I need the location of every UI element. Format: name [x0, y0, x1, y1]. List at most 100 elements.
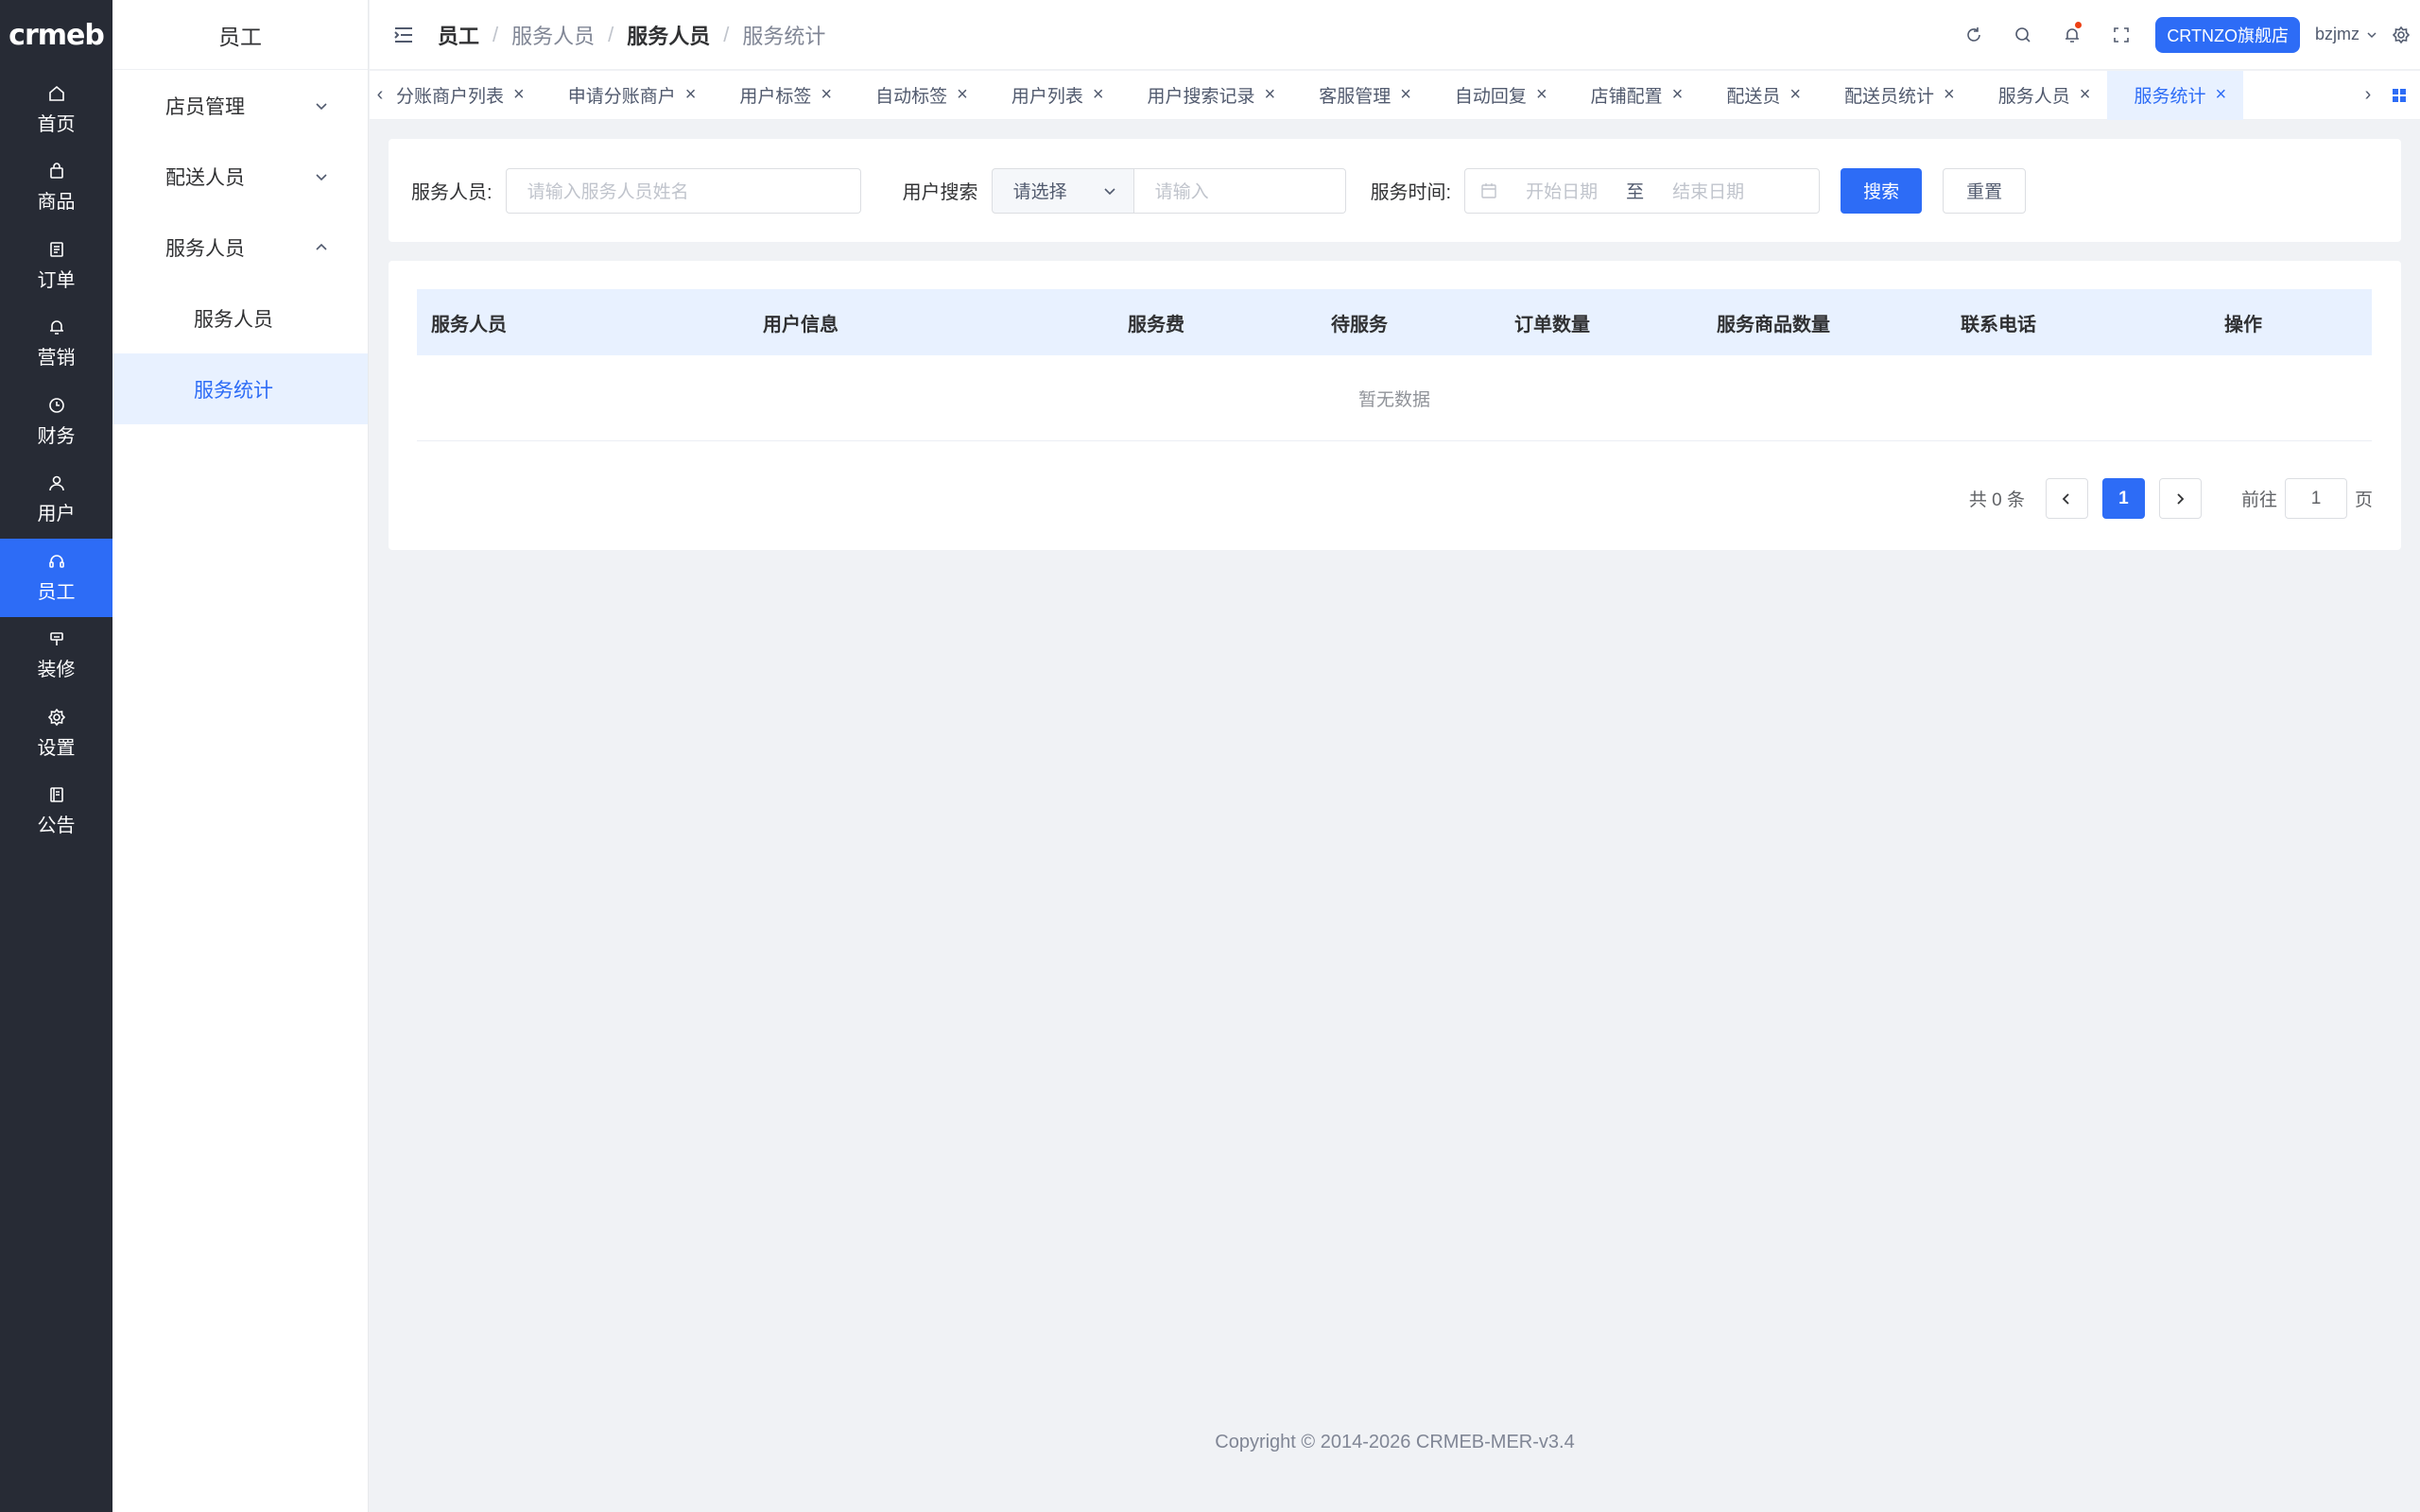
close-icon[interactable]: × — [821, 84, 832, 106]
next-page-button[interactable] — [2158, 478, 2202, 519]
user-search-label: 用户搜索 — [902, 182, 978, 203]
nav-item-orders[interactable]: 订单 — [0, 227, 112, 305]
close-icon[interactable]: × — [2215, 84, 2226, 106]
chevron-left-icon — [2063, 492, 2070, 505]
pagination: 共 0 条 1 前往 1 页 — [1969, 478, 2373, 519]
close-icon[interactable]: × — [2080, 84, 2091, 106]
start-date-placeholder: 开始日期 — [1526, 182, 1599, 202]
tabs-scroll-right-button[interactable]: › — [2358, 71, 2378, 120]
column-header: 服务商品数量 — [1717, 314, 1830, 335]
menu-fold-icon[interactable] — [392, 24, 415, 46]
tab-delivery-statistics[interactable]: 配送员统计 × — [1818, 71, 1972, 120]
tab-delivery-staff[interactable]: 配送员 × — [1700, 71, 1818, 120]
tab-service-statistics[interactable]: 服务统计 × — [2107, 70, 2244, 120]
headset-icon — [48, 554, 64, 568]
nav-item-products[interactable]: 商品 — [0, 149, 112, 228]
nav-item-staff[interactable]: 员工 — [0, 539, 112, 617]
tab-label: 店铺配置 — [1590, 87, 1663, 107]
chevron-down-icon — [2367, 31, 2377, 38]
close-icon[interactable]: × — [957, 84, 968, 106]
nav-label: 公告 — [37, 816, 76, 837]
tab-store-config[interactable]: 店铺配置 × — [1564, 71, 1701, 120]
select-value: 请选择 — [1012, 182, 1067, 202]
tab-label: 自动回复 — [1454, 87, 1527, 107]
fullscreen-icon — [2114, 26, 2130, 43]
notification-button[interactable] — [2048, 0, 2097, 70]
nav-item-marketing[interactable]: 营销 — [0, 305, 112, 384]
close-icon[interactable]: × — [1672, 84, 1684, 106]
breadcrumb-item-current: 服务统计 — [742, 24, 826, 48]
user-search-input[interactable]: 请输入 — [1133, 167, 1346, 214]
search-button[interactable]: 搜索 — [1841, 167, 1923, 214]
tabs-scroll-left-button[interactable]: ‹ — [370, 71, 390, 120]
paint-icon — [49, 632, 63, 646]
tab-apply-split-merchant[interactable]: 申请分账商户 × — [542, 71, 714, 120]
staff-name-input[interactable]: 请输入服务人员姓名 — [505, 167, 861, 214]
nav-item-settings[interactable]: 设置 — [0, 695, 112, 773]
tab-label: 服务人员 — [1997, 87, 2070, 107]
close-icon[interactable]: × — [685, 84, 697, 106]
nav-label: 员工 — [37, 581, 76, 603]
refresh-button[interactable] — [1949, 0, 1998, 70]
sidebar-group-clerk-management[interactable]: 店员管理 — [112, 70, 368, 141]
data-table-panel: 服务人员 用户信息 服务费 待服务 订单数量 服务商品数量 联系电话 操作 暂无… — [389, 261, 2401, 550]
goto-page-input[interactable]: 1 — [2284, 478, 2347, 519]
nav-item-home[interactable]: 首页 — [0, 71, 112, 149]
grid-icon — [2393, 88, 2406, 102]
user-search-placeholder: 请输入 — [1154, 182, 1209, 202]
tab-service-staff[interactable]: 服务人员 × — [1972, 71, 2108, 120]
chevron-down-icon — [1103, 187, 1115, 195]
nav-item-users[interactable]: 用户 — [0, 461, 112, 540]
goto-suffix: 页 — [2354, 490, 2373, 510]
close-icon[interactable]: × — [513, 84, 525, 106]
user-search-type-select[interactable]: 请选择 — [991, 167, 1134, 214]
close-icon[interactable]: × — [1093, 84, 1104, 106]
search-button[interactable] — [1998, 0, 2048, 70]
tabs-menu-button[interactable] — [2378, 71, 2420, 120]
tab-label: 自动标签 — [875, 87, 948, 107]
gear-icon — [47, 708, 65, 727]
date-range-picker[interactable]: 开始日期 至 结束日期 — [1464, 167, 1821, 214]
page-number-current[interactable]: 1 — [2101, 478, 2145, 519]
sidebar-item-service-statistics[interactable]: 服务统计 — [112, 353, 368, 424]
column-header: 联系电话 — [1961, 314, 2036, 335]
column-header: 待服务 — [1331, 314, 1388, 335]
nav-item-finance[interactable]: 财务 — [0, 383, 112, 461]
tab-auto-tags[interactable]: 自动标签 × — [849, 71, 985, 120]
gear-icon[interactable] — [2392, 26, 2411, 44]
tab-label: 配送员统计 — [1844, 87, 1935, 107]
tab-split-merchant-list[interactable]: 分账商户列表 × — [390, 71, 542, 120]
tab-auto-reply[interactable]: 自动回复 × — [1428, 71, 1564, 120]
tab-user-list[interactable]: 用户列表 × — [985, 71, 1121, 120]
chevron-down-icon — [316, 102, 327, 110]
user-menu[interactable]: bzjmz — [2315, 25, 2378, 44]
sidebar-group-delivery-staff[interactable]: 配送人员 — [112, 141, 368, 212]
tab-label: 分账商户列表 — [396, 87, 505, 107]
close-icon[interactable]: × — [1400, 84, 1411, 106]
prev-page-button[interactable] — [2045, 478, 2088, 519]
column-header: 服务费 — [1128, 314, 1184, 335]
fullscreen-button[interactable] — [2097, 0, 2146, 70]
nav-label: 首页 — [37, 113, 76, 135]
nav-item-decoration[interactable]: 装修 — [0, 617, 112, 696]
nav-label: 财务 — [37, 425, 76, 447]
nav-item-notice[interactable]: 公告 — [0, 773, 112, 851]
breadcrumb-item[interactable]: 服务人员 — [511, 20, 595, 50]
breadcrumb-separator: / — [723, 22, 730, 46]
close-icon[interactable]: × — [1265, 84, 1276, 106]
breadcrumb-item[interactable]: 员工 — [438, 20, 479, 50]
tab-customer-service[interactable]: 客服管理 × — [1292, 71, 1428, 120]
sidebar-item-service-staff[interactable]: 服务人员 — [112, 283, 368, 353]
reset-button[interactable]: 重置 — [1943, 167, 2027, 214]
store-button[interactable]: CRTNZO旗舰店 — [2155, 16, 2300, 53]
crmeb-logo[interactable]: crmeb — [0, 0, 112, 71]
sidebar-group-service-staff[interactable]: 服务人员 — [112, 212, 368, 283]
calendar-icon — [1481, 182, 1496, 198]
breadcrumb-item[interactable]: 服务人员 — [627, 20, 710, 50]
tab-user-search-history[interactable]: 用户搜索记录 × — [1121, 71, 1293, 120]
close-icon[interactable]: × — [1789, 84, 1801, 106]
tab-list: 分账商户列表 × 申请分账商户 × 用户标签 × 自动标签 × 用户列表 × 用户搜索记录… — [390, 70, 2358, 120]
tab-user-tags[interactable]: 用户标签 × — [713, 71, 849, 120]
close-icon[interactable]: × — [1944, 84, 1955, 106]
close-icon[interactable]: × — [1536, 84, 1547, 106]
